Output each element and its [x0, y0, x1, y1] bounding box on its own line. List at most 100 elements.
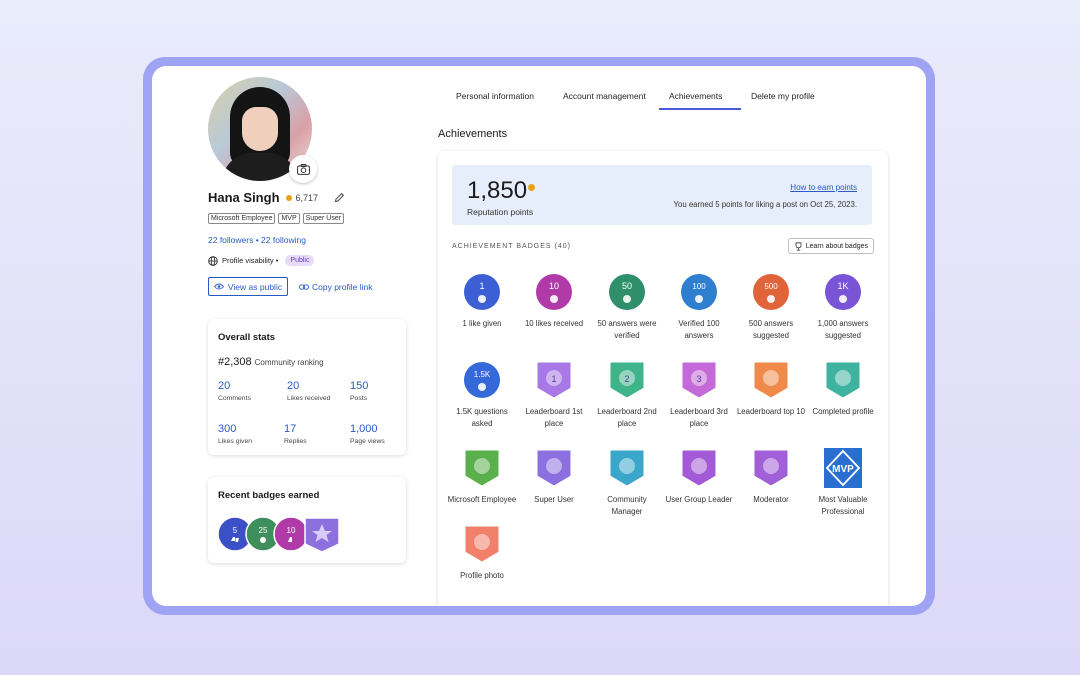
badge-label: Verified 100 answers	[678, 319, 720, 340]
badge-leaderboard-2nd-place[interactable]: 2 Leaderboard 2nd place	[591, 360, 663, 430]
badge-leaderboard-2nd-place-icon: 2	[609, 361, 645, 399]
profile-tabs: Personal information Account management …	[446, 87, 831, 110]
recent-badge-received-icon[interactable]: 10	[273, 516, 309, 552]
edit-profile-button[interactable]	[334, 192, 345, 203]
stats-title: Overall stats	[218, 332, 276, 343]
recent-points-note: You earned 5 points for liking a post on…	[673, 200, 858, 209]
badge-leaderboard-1st-place[interactable]: 1 Leaderboard 1st place	[518, 360, 590, 430]
badge-label: Profile photo	[460, 571, 504, 580]
badge-label: Microsoft Employee	[447, 495, 517, 504]
badge-50-answers-were-verified[interactable]: 50 50 answers were verified	[591, 272, 663, 342]
camera-icon	[296, 163, 310, 175]
recent-badges-strip: 5 25 10	[217, 516, 340, 553]
badge-moderator[interactable]: Moderator	[735, 448, 807, 506]
badge-label: Leaderboard top 10	[736, 407, 806, 416]
badge-verified-100-answers[interactable]: 100 Verified 100 answers	[663, 272, 735, 342]
badge-1-5k-questions-asked-icon: 1.5K	[464, 362, 500, 398]
link-icon	[299, 284, 309, 290]
stat-label: Replies	[284, 438, 307, 445]
how-to-earn-points-link[interactable]: How to earn points	[790, 183, 857, 192]
visibility-status-badge[interactable]: Public	[285, 255, 315, 266]
badge-label: Leaderboard 2nd place	[597, 407, 657, 428]
reputation-dot-icon	[285, 194, 292, 201]
reputation-dot-icon	[528, 184, 536, 191]
tab-achievements[interactable]: Achievements	[659, 87, 741, 110]
badge-label: 1.5K questions asked	[456, 407, 508, 428]
badge-most-valuable-professional[interactable]: MVP Most Valuable Professional	[807, 448, 879, 518]
stat-label: Posts	[350, 395, 367, 402]
app-frame: Hana Singh 6,717 Microsoft Employee MVP …	[143, 57, 935, 615]
badge-50-answers-were-verified-icon: 50	[609, 274, 645, 310]
rank-value: #2,308	[218, 356, 252, 368]
community-rank: #2,308 Community ranking	[218, 356, 324, 368]
badge-microsoft-employee[interactable]: Microsoft Employee	[446, 448, 518, 506]
badge-1-5k-questions-asked[interactable]: 1.5K 1.5K questions asked	[446, 360, 518, 430]
stat-likes-received[interactable]: 20 Likes received	[287, 380, 357, 402]
stat-likes-given[interactable]: 300 Likes given	[218, 423, 288, 445]
badge-leaderboard-top-10[interactable]: Leaderboard top 10	[735, 360, 807, 418]
badge-super-user[interactable]: Super User	[518, 448, 590, 506]
followers-link[interactable]: 22 followers • 22 following	[208, 235, 306, 245]
badge-community-manager-icon	[609, 449, 645, 487]
badge-number: 100	[692, 282, 706, 291]
badge-10-likes-received[interactable]: 10 10 likes received	[518, 272, 590, 330]
stat-comments[interactable]: 20 Comments	[218, 380, 288, 402]
badge-profile-photo-icon	[464, 525, 500, 563]
badge-leaderboard-3rd-place[interactable]: 3 Leaderboard 3rd place	[663, 360, 735, 430]
achievements-card: 1,850 Reputation points How to earn poin…	[438, 151, 888, 606]
badge-label: 1 like given	[462, 319, 502, 328]
badge-label: Moderator	[753, 495, 789, 504]
badge-number: 10	[549, 281, 559, 291]
avatar-face	[242, 107, 278, 151]
achievements-heading: Achievements	[438, 128, 508, 140]
stat-value: 20	[287, 380, 300, 392]
learn-about-badges-label: Learn about badges	[805, 242, 868, 250]
recent-badges-card: Recent badges earned 5 25 10	[208, 477, 406, 563]
points-number: 1,850	[467, 177, 528, 204]
badge-completed-profile[interactable]: Completed profile	[807, 360, 879, 418]
trophy-icon	[795, 241, 802, 251]
stat-value: 150	[350, 380, 369, 392]
stat-posts[interactable]: 150 Posts	[350, 380, 420, 402]
badge-label: 500 answers suggested	[748, 319, 794, 340]
badge-1-like-given-icon: 1	[464, 274, 500, 310]
recent-badge-super-user-icon[interactable]	[304, 517, 340, 553]
badge-500-answers-suggested-icon: 500	[753, 274, 789, 310]
stat-label: Likes received	[287, 395, 331, 402]
badge-community-manager[interactable]: Community Manager	[591, 448, 663, 518]
stat-page-views[interactable]: 1,000 Page views	[350, 423, 420, 445]
badge-user-group-leader-icon	[681, 449, 717, 487]
tab-delete-my-profile[interactable]: Delete my profile	[741, 87, 831, 110]
badge-label: Most Valuable Professional	[818, 495, 868, 516]
stat-label: Page views	[350, 438, 385, 445]
view-as-public-button[interactable]: View as public	[208, 277, 288, 296]
badge-1-000-answers-suggested-icon: 1K	[825, 274, 861, 310]
eye-icon	[213, 283, 224, 290]
badge-1-000-answers-suggested[interactable]: 1K 1,000 answers suggested	[807, 272, 879, 342]
tab-personal-information[interactable]: Personal information	[446, 87, 553, 110]
recent-badges-title: Recent badges earned	[218, 490, 320, 501]
learn-about-badges-button[interactable]: Learn about badges	[787, 238, 874, 254]
copy-profile-link[interactable]: Copy profile link	[299, 282, 372, 292]
rank-label: Community ranking	[254, 358, 324, 367]
reputation-points-value: 1,850	[467, 177, 536, 205]
badge-profile-photo[interactable]: Profile photo	[446, 524, 518, 582]
badge-500-answers-suggested[interactable]: 500 500 answers suggested	[735, 272, 807, 342]
view-as-public-label: View as public	[227, 281, 283, 292]
change-photo-button[interactable]	[289, 155, 317, 183]
overall-stats-card: Overall stats #2,308 Community ranking 20…	[208, 319, 406, 455]
profile-name-row: Hana Singh 6,717	[208, 190, 345, 205]
badge-label: 50 answers were verified	[597, 319, 657, 340]
badge-user-group-leader[interactable]: User Group Leader	[663, 448, 735, 506]
badge-1-like-given[interactable]: 1 1 like given	[446, 272, 518, 330]
stat-value: 17	[284, 423, 297, 435]
stat-replies[interactable]: 17 Replies	[284, 423, 354, 445]
badge-number: 50	[622, 281, 632, 291]
badge-label: Community Manager	[607, 495, 647, 516]
reputation-banner: 1,850 Reputation points How to earn poin…	[452, 165, 872, 225]
badge-number: MVP	[832, 464, 854, 475]
tab-account-management[interactable]: Account management	[553, 87, 659, 110]
recent-badge-number: 5	[233, 526, 238, 535]
stat-value: 300	[218, 423, 237, 435]
badge-leaderboard-1st-place-icon: 1	[536, 361, 572, 399]
